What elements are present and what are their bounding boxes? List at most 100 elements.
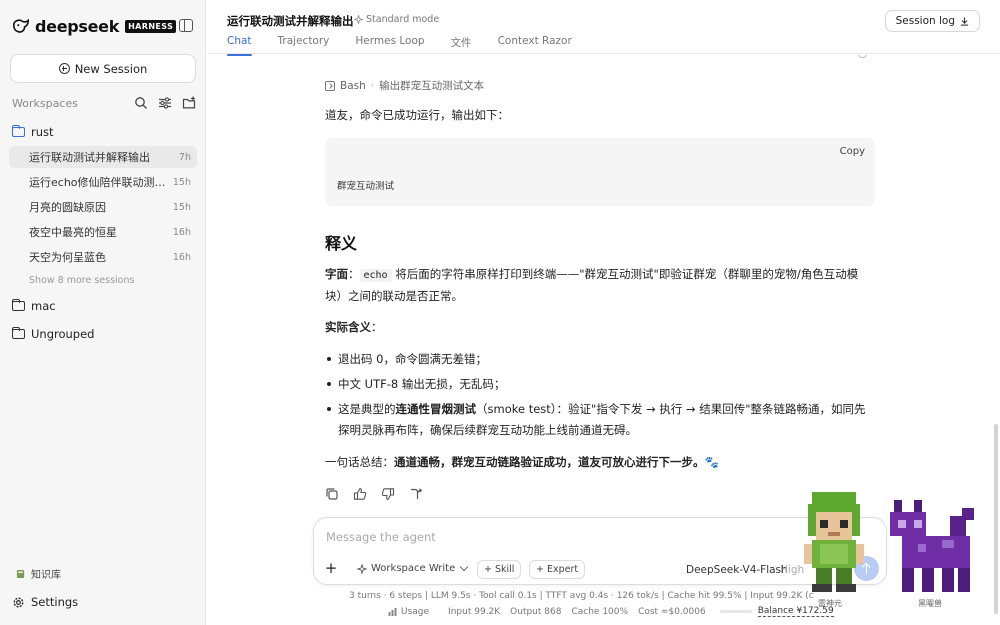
purple-pixel-pet[interactable] [890,500,978,596]
deepseek-whale-icon [12,18,30,33]
tab-chat[interactable]: Chat [227,35,252,56]
show-more-sessions-link[interactable]: Show 8 more sessions [29,275,134,286]
add-skill-button[interactable]: + Skill [477,560,522,579]
chat-header: 运行联动测试并解释输出 Standard mode Chat Trajector… [207,0,1000,56]
workspace-permission-select[interactable]: Workspace Write [357,562,469,574]
code-output-text: 群宠互动测试 [337,181,395,192]
workspace-folder-rust[interactable]: rust [11,124,54,140]
session-item[interactable]: 天空为何呈蓝色 16h [9,246,197,268]
sidebar: deepseek HARNESS New Session Workspaces … [0,0,206,625]
tool-separator: · [370,79,375,92]
copy-icon[interactable] [325,487,339,501]
gear-icon [13,596,24,608]
session-title: 月亮的圆缺原因 [29,201,106,214]
settings-label: Settings [31,595,79,609]
workspace-permission-label: Workspace Write [371,563,456,574]
attach-plus-button[interactable]: + [321,559,341,579]
brand-name: deepseek [35,16,120,36]
meaning-colon: ： [371,320,383,334]
new-session-button[interactable]: New Session [10,54,196,83]
book-icon [16,569,25,578]
literal-text-cont: 块）之间的联动是否正常。 [325,289,463,303]
usage-label: Usage [401,606,430,617]
session-title: 天空为何呈蓝色 [29,251,106,264]
tool-name: Bash [340,79,366,92]
section-heading: 释义 [325,234,358,253]
usage-cost: Cost ≈$0.0006 [638,606,706,617]
knowledge-base-link[interactable]: 知识库 [16,566,61,581]
chevron-down-icon [460,562,469,572]
session-item[interactable]: 运行联动测试并解释输出 7h [9,146,197,168]
toggle-sidebar-icon[interactable] [179,19,193,32]
literal-colon: ： [348,267,360,281]
list-item-text: （smoke test）：验证"指令下发 → 执行 → 结果回传"整条链路畅通，… [476,402,866,416]
workspaces-label: Workspaces [12,96,78,110]
session-log-label: Session log [895,15,955,27]
session-title: 运行联动测试并解释输出 [29,151,150,164]
content-scrollbar[interactable] [994,424,998,614]
session-title: 夜空中最亮的恒星 [29,226,117,239]
tool-description: 输出群宠互动测试文本 [379,80,485,92]
scroll-indicator-icon [858,55,867,58]
mode-indicator[interactable]: Standard mode [354,14,439,25]
tool-call-row[interactable]: Bash · 输出群宠互动测试文本 [325,78,484,93]
brand[interactable]: deepseek HARNESS [12,16,177,36]
workspace-folder-ungrouped[interactable]: Ungrouped [11,326,95,342]
meaning-label: 实际含义 [325,320,371,334]
folder-icon [11,326,25,339]
download-icon [960,16,969,26]
new-folder-icon[interactable] [182,96,196,110]
settings-button[interactable]: Settings [12,595,78,609]
message-input[interactable] [326,530,726,544]
tab-trajectory[interactable]: Trajectory [278,35,330,55]
add-expert-button[interactable]: + Expert [529,560,586,579]
filter-sliders-icon[interactable] [158,96,172,110]
session-item[interactable]: 月亮的圆缺原因 15h [9,196,197,218]
session-title-heading: 运行联动测试并解释输出 [227,14,354,28]
session-log-button[interactable]: Session log [884,10,980,32]
folder-icon [11,298,25,311]
summary-bold: 通道通畅，群宠互动链路验证成功，道友可放心进行下一步。 [394,455,705,469]
code-output-block: Copy 群宠互动测试 [325,138,875,206]
session-item[interactable]: 夜空中最亮的恒星 16h [9,221,197,243]
model-selector[interactable]: DeepSeek-V4-Flash [686,564,788,576]
new-session-label: New Session [74,61,148,76]
tab-files[interactable]: 文件 [451,35,472,55]
usage-output: Output 868 [510,606,562,617]
tab-hermes-loop[interactable]: Hermes Loop [355,35,424,55]
session-time: 15h [172,201,191,213]
message-actions [325,487,423,501]
thumbs-down-icon[interactable] [381,487,395,501]
message-composer: + Workspace Write + Skill + Expert DeepS… [313,517,887,585]
mode-label: Standard mode [366,14,440,25]
list-item-bold: 连通性冒烟测试 [395,402,477,416]
balance-bar [719,610,752,613]
summary-label: 一句话总结： [325,455,394,469]
list-item-text: 这是典型的 [338,402,396,416]
literal-label: 字面 [325,267,348,281]
intro-text: 道友，命令已成功运行，输出如下： [325,108,509,122]
copy-button[interactable]: Copy [840,146,865,157]
tab-context-razor[interactable]: Context Razor [498,35,572,55]
sparkle-icon [354,15,363,24]
reasoning-level[interactable]: High [780,564,804,576]
workspace-folder-mac[interactable]: mac [11,298,56,314]
session-time: 16h [172,251,191,263]
pet-name: 雷神元 [818,599,842,608]
inline-code: echo [359,269,392,282]
session-time: 16h [172,226,191,238]
list-item: 中文 UTF-8 输出无损，无乱码； [325,374,885,395]
usage-cache: Cache 100% [571,606,629,617]
literal-paragraph: 字面： echo 将后面的字符串原样打印到终端——"群宠互动测试"即验证群宠（群聊… [325,264,885,307]
usage-chart-icon [388,607,397,616]
list-item: 这是典型的连通性冒烟测试（smoke test）：验证"指令下发 → 执行 → … [325,399,885,441]
session-title: 运行echo修仙陪伴联动测试... [29,176,167,189]
branch-icon[interactable] [409,487,423,501]
session-item[interactable]: 运行echo修仙陪伴联动测试... 15h [9,171,197,193]
search-icon[interactable] [134,96,148,110]
green-pixel-pet[interactable] [804,492,864,596]
literal-text: 将后面的字符串原样打印到终端——"群宠互动测试"即验证群宠（群聊里的宠物/角色互… [391,267,859,281]
session-stats: 3 turns · 6 steps | LLM 9.5s · Tool call… [349,591,814,601]
folder-label: Ungrouped [31,327,95,341]
thumbs-up-icon[interactable] [353,487,367,501]
